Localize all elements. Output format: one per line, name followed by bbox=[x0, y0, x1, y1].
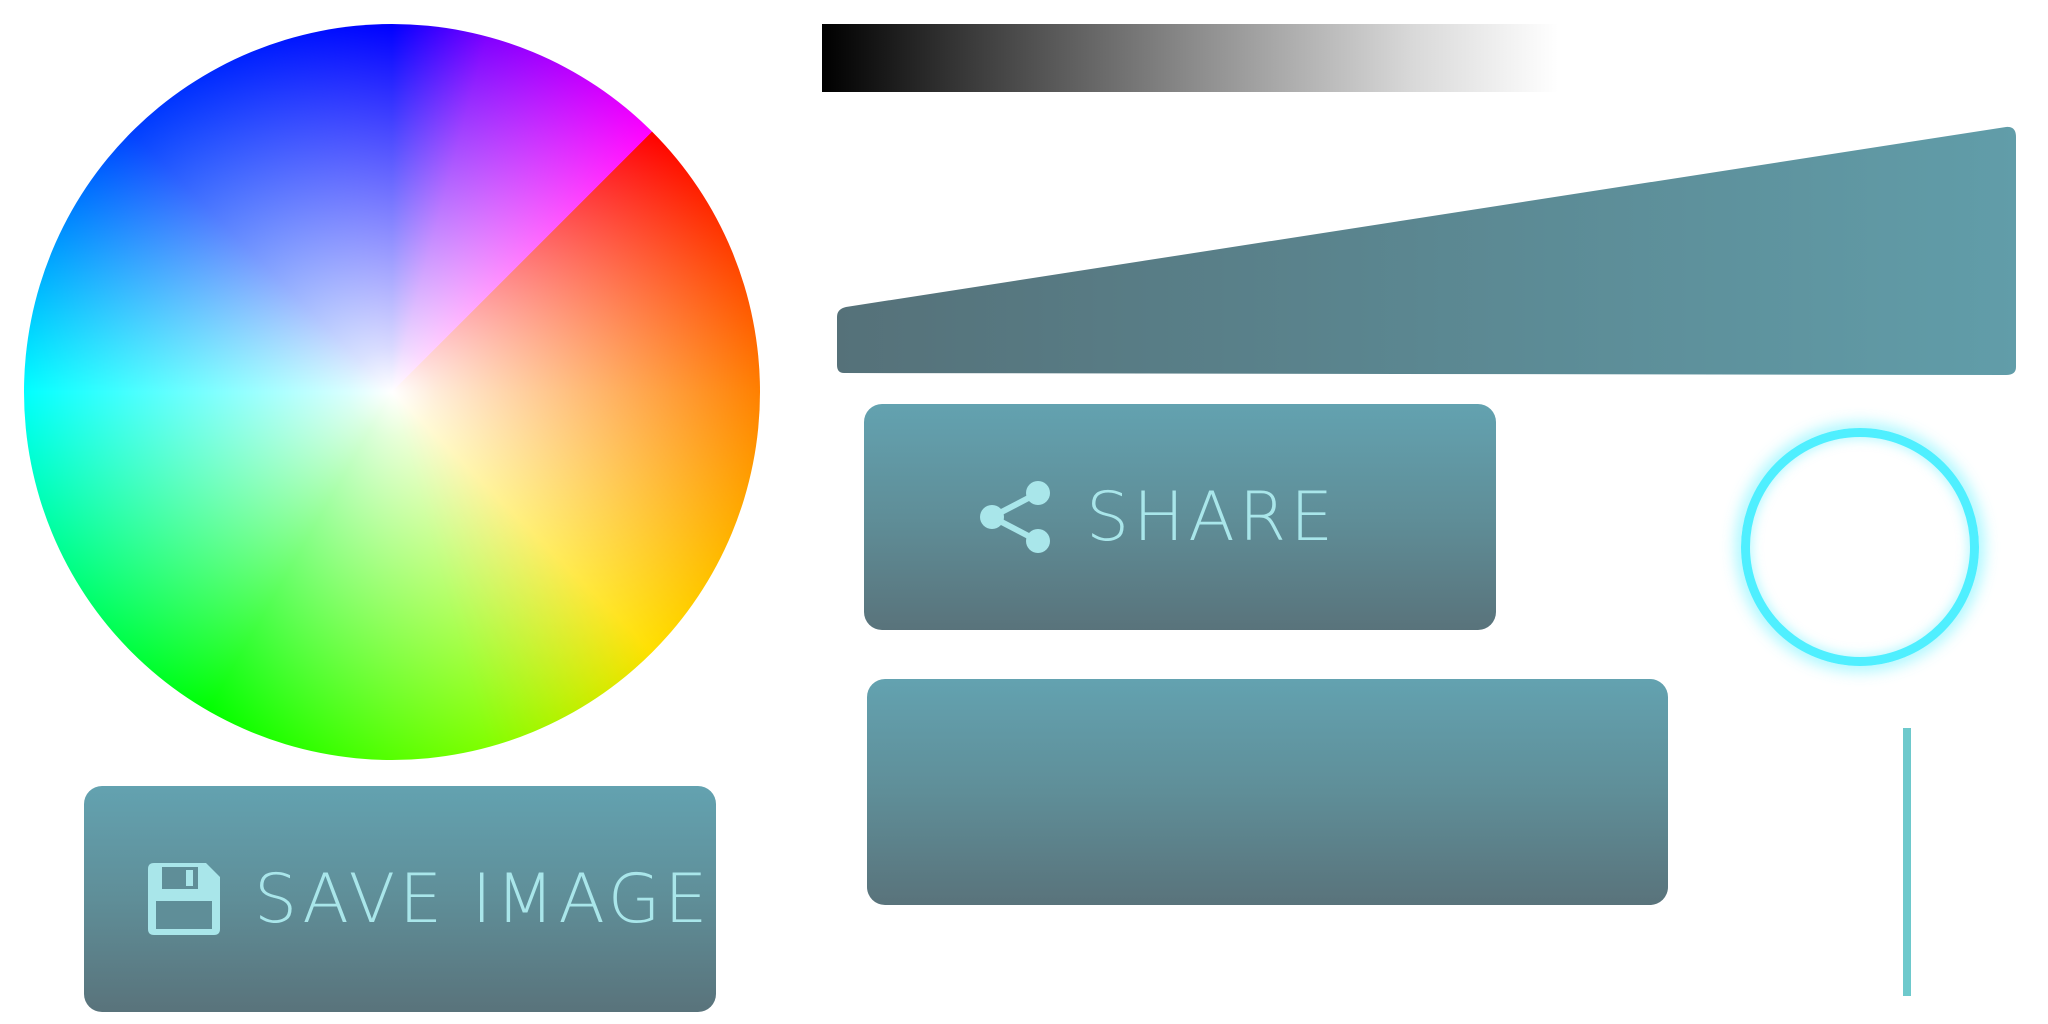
blank-button[interactable] bbox=[867, 679, 1668, 905]
vertical-slider[interactable] bbox=[1903, 728, 1911, 996]
share-icon bbox=[976, 477, 1056, 557]
brush-preview-ring[interactable] bbox=[1741, 428, 1979, 666]
save-image-button-label: SAVE IMAGE bbox=[254, 859, 712, 939]
floppy-disk-icon bbox=[144, 859, 224, 939]
brush-size-wedge-slider[interactable] bbox=[836, 125, 2017, 377]
brightness-gradient-bar[interactable] bbox=[822, 24, 1558, 92]
wedge-shape bbox=[837, 126, 2016, 376]
share-button[interactable]: SHARE bbox=[864, 404, 1496, 630]
color-wheel[interactable] bbox=[24, 24, 760, 760]
save-image-button[interactable]: SAVE IMAGE bbox=[84, 786, 716, 1012]
share-button-label: SHARE bbox=[1086, 477, 1338, 557]
